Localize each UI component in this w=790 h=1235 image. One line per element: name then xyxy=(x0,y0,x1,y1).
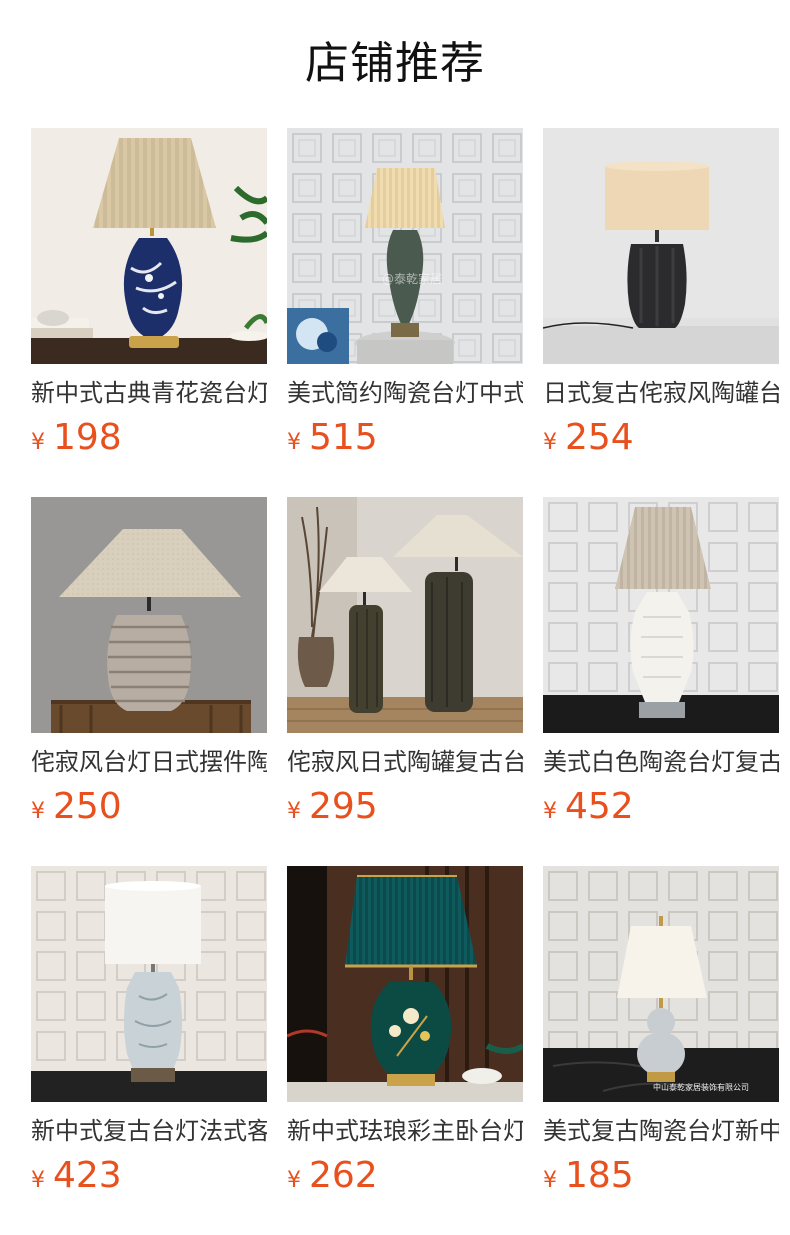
product-card[interactable]: 新中式古典青花瓷台灯 ¥198 xyxy=(31,128,267,497)
product-card[interactable]: @泰乾家居 美式简约陶瓷台灯中式 ¥515 xyxy=(287,128,523,497)
product-image[interactable] xyxy=(31,497,267,733)
product-card[interactable]: 新中式珐琅彩主卧台灯 ¥262 xyxy=(287,866,523,1235)
page-title: 店铺推荐 xyxy=(305,38,485,89)
product-card[interactable]: 中山泰乾家居装饰有限公司 美式复古陶瓷台灯新中式 ¥185 xyxy=(543,866,779,1235)
price-amount: 295 xyxy=(309,786,378,827)
product-name[interactable]: 侘寂风日式陶罐复古台灯 xyxy=(287,745,523,779)
lamp-photo-icon xyxy=(543,128,779,364)
svg-text:@泰乾家居: @泰乾家居 xyxy=(382,271,442,286)
product-card[interactable]: 侘寂风日式陶罐复古台灯 ¥295 xyxy=(287,497,523,866)
price-amount: 198 xyxy=(53,417,122,458)
lamp-photo-icon xyxy=(543,497,779,733)
lamp-photo-icon xyxy=(287,497,523,733)
product-price: ¥185 xyxy=(543,1156,634,1196)
product-image[interactable] xyxy=(287,866,523,1102)
price-amount: 262 xyxy=(309,1155,378,1196)
product-price: ¥515 xyxy=(287,418,378,458)
product-price: ¥295 xyxy=(287,787,378,827)
product-name[interactable]: 新中式古典青花瓷台灯 xyxy=(31,376,267,410)
product-card[interactable]: 新中式复古台灯法式客厅 ¥423 xyxy=(31,866,267,1235)
price-amount: 423 xyxy=(53,1155,122,1196)
price-amount: 452 xyxy=(565,786,634,827)
product-image[interactable]: 中山泰乾家居装饰有限公司 xyxy=(543,866,779,1102)
product-card[interactable]: 美式白色陶瓷台灯复古 ¥452 xyxy=(543,497,779,866)
product-price: ¥254 xyxy=(543,418,634,458)
currency-symbol: ¥ xyxy=(543,1168,557,1193)
product-name[interactable]: 新中式复古台灯法式客厅 xyxy=(31,1114,267,1148)
price-amount: 254 xyxy=(565,417,634,458)
currency-symbol: ¥ xyxy=(287,799,301,824)
product-card[interactable]: 日式复古侘寂风陶罐台灯 ¥254 xyxy=(543,128,779,497)
product-card[interactable]: 侘寂风台灯日式摆件陶罐 ¥250 xyxy=(31,497,267,866)
product-price: ¥198 xyxy=(31,418,122,458)
product-name[interactable]: 美式复古陶瓷台灯新中式 xyxy=(543,1114,779,1148)
lamp-photo-icon: @泰乾家居 xyxy=(287,128,523,364)
product-image[interactable] xyxy=(543,128,779,364)
product-grid: 新中式古典青花瓷台灯 ¥198 @泰乾家居 美式简约陶瓷台灯中式 ¥ 515 日… xyxy=(31,128,779,1235)
product-name[interactable]: 日式复古侘寂风陶罐台灯 xyxy=(543,376,779,410)
currency-symbol: ¥ xyxy=(31,1168,45,1193)
lamp-photo-icon: 中山泰乾家居装饰有限公司 xyxy=(543,866,779,1102)
product-name[interactable]: 新中式珐琅彩主卧台灯 xyxy=(287,1114,523,1148)
currency-symbol: ¥ xyxy=(287,1168,301,1193)
product-image[interactable] xyxy=(31,128,267,364)
currency-symbol: ¥ xyxy=(287,430,301,455)
svg-text:中山泰乾家居装饰有限公司: 中山泰乾家居装饰有限公司 xyxy=(653,1082,749,1092)
lamp-photo-icon xyxy=(31,128,267,364)
product-price: ¥452 xyxy=(543,787,634,827)
product-name[interactable]: 侘寂风台灯日式摆件陶罐 xyxy=(31,745,267,779)
currency-symbol: ¥ xyxy=(543,799,557,824)
price-amount: 250 xyxy=(53,786,122,827)
currency-symbol: ¥ xyxy=(31,430,45,455)
product-price: ¥423 xyxy=(31,1156,122,1196)
product-image[interactable] xyxy=(287,497,523,733)
product-name[interactable]: 美式简约陶瓷台灯中式 xyxy=(287,376,523,410)
currency-symbol: ¥ xyxy=(543,430,557,455)
product-name[interactable]: 美式白色陶瓷台灯复古 xyxy=(543,745,779,779)
lamp-photo-icon xyxy=(31,866,267,1102)
currency-symbol: ¥ xyxy=(31,799,45,824)
product-image[interactable] xyxy=(31,866,267,1102)
product-image[interactable]: @泰乾家居 xyxy=(287,128,523,364)
lamp-photo-icon xyxy=(31,497,267,733)
product-price: ¥250 xyxy=(31,787,122,827)
product-price: ¥262 xyxy=(287,1156,378,1196)
price-amount: 185 xyxy=(565,1155,634,1196)
product-image[interactable] xyxy=(543,497,779,733)
price-amount: 515 xyxy=(309,417,378,458)
lamp-photo-icon xyxy=(287,866,523,1102)
